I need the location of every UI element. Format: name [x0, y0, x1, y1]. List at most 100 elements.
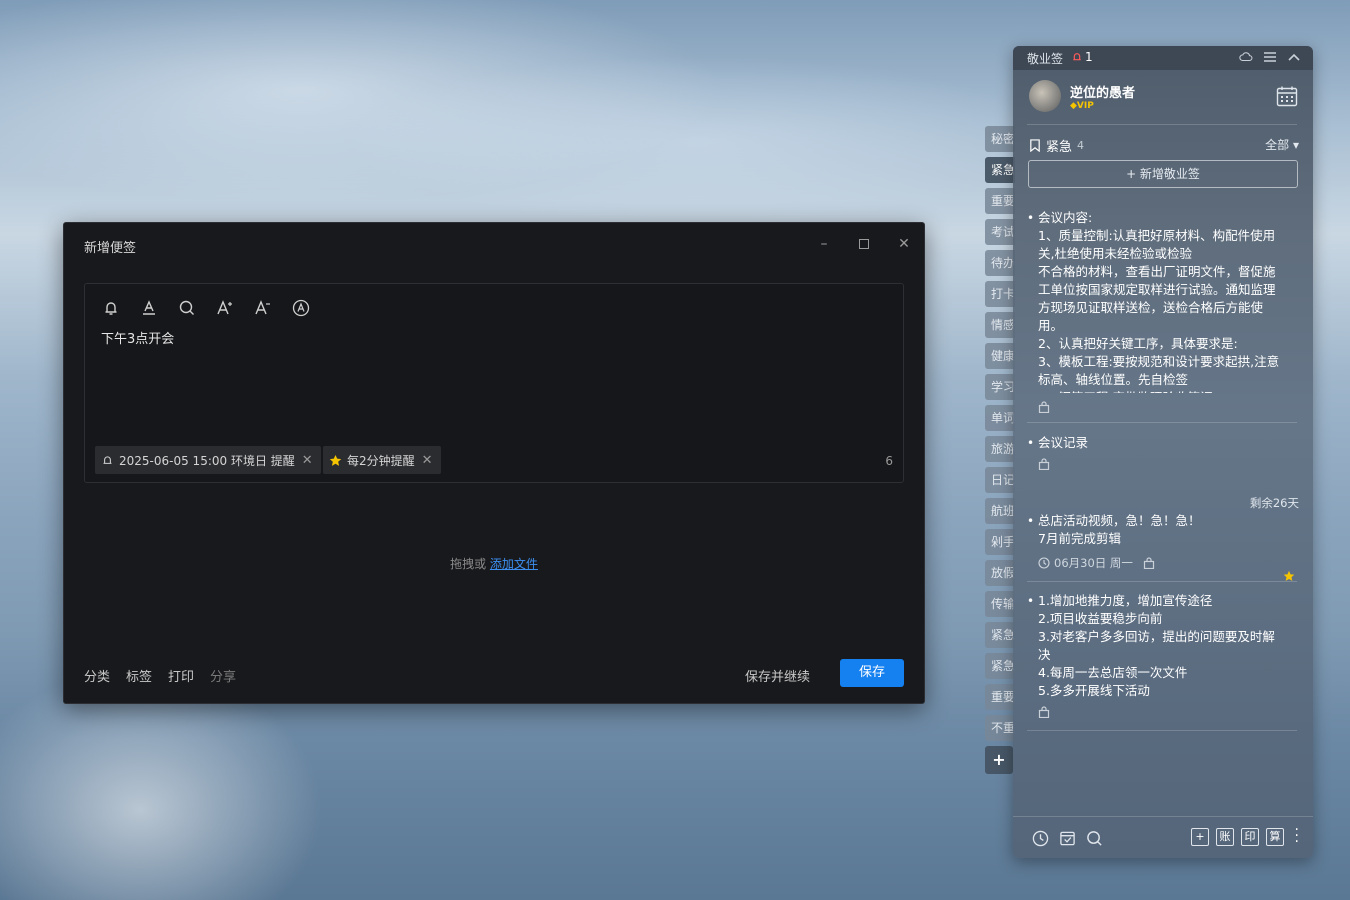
add-category-button[interactable]: +	[985, 746, 1013, 774]
collapse-icon[interactable]	[1287, 50, 1301, 64]
diamond-icon: ◆	[1070, 101, 1077, 111]
note-item[interactable]: • 1.增加地推力度，增加宣传途径 2.项目收益要稳步向前 3.对老客户多多回访，提…	[1027, 592, 1297, 723]
note-line: 4、钢筋工程:审批监理验收签证	[1038, 389, 1297, 393]
app-name: 敬业签	[1027, 52, 1064, 66]
note-line: 标高、轴线位置。先自检签	[1038, 372, 1189, 387]
font-decrease-button[interactable]	[251, 296, 275, 320]
category-tab[interactable]: 紧急	[985, 157, 1015, 183]
note-line: 7月前完成剪辑	[1038, 531, 1121, 546]
reminder-tag[interactable]: 2025-06-05 15:00 环境日 提醒 ✕	[95, 446, 321, 474]
remove-reminder-icon[interactable]: ✕	[302, 453, 313, 468]
note-line: 决	[1038, 647, 1051, 662]
category-tab[interactable]: 日记	[985, 467, 1015, 493]
font-decrease-icon	[255, 300, 270, 315]
category-tab[interactable]: 不重	[985, 715, 1015, 741]
search-button[interactable]	[175, 296, 199, 320]
note-line: 3.对老客户多多回访，提出的问题要及时解	[1038, 629, 1275, 644]
save-and-continue-button[interactable]: 保存并继续	[745, 666, 810, 685]
print-button[interactable]: 打印	[168, 666, 194, 685]
note-line: 会议内容:	[1038, 210, 1093, 225]
auto-format-button[interactable]	[289, 296, 313, 320]
history-button[interactable]	[1031, 829, 1049, 847]
checkbox-icon	[1059, 831, 1075, 845]
notification-button[interactable]: 1	[1071, 50, 1093, 64]
category-tab[interactable]: 重要	[985, 684, 1015, 710]
account-button[interactable]: 账	[1216, 828, 1234, 846]
note-text: 会议记录	[1038, 434, 1297, 452]
cloud-sync-icon[interactable]	[1239, 50, 1253, 64]
reminder-button[interactable]	[99, 296, 123, 320]
panel-top-icons	[1239, 50, 1301, 64]
category-tab[interactable]: 传输	[985, 591, 1015, 617]
search-icon	[179, 300, 194, 315]
category-tab[interactable]: 放假	[985, 560, 1015, 586]
category-tab[interactable]: 学习	[985, 374, 1015, 400]
divider	[1027, 730, 1297, 731]
panel-title-bar: 敬业签 1	[1013, 46, 1313, 70]
bell-icon	[103, 455, 112, 464]
note-editor[interactable]: 下午3点开会 2025-06-05 15:00 环境日 提醒 ✕ 每2分钟提醒 …	[84, 283, 904, 483]
font-increase-icon	[217, 300, 232, 315]
add-note-button[interactable]: + 新增敬业签	[1028, 160, 1298, 188]
vip-badge: ◆VIP	[1070, 101, 1094, 111]
more-icon[interactable]: · · ·	[1295, 823, 1299, 849]
tag-button[interactable]: 标签	[126, 666, 152, 685]
category-tab[interactable]: 航班	[985, 498, 1015, 524]
note-content[interactable]: 下午3点开会	[101, 328, 174, 347]
minimize-button[interactable]: –	[812, 233, 836, 255]
add-file-link[interactable]: 添加文件	[490, 557, 538, 571]
divider	[1027, 124, 1297, 125]
menu-icon[interactable]	[1263, 50, 1277, 64]
note-item[interactable]: • 总店活动视频，急！急！急！ 7月前完成剪辑 06月30日 周一	[1027, 512, 1297, 581]
add-button[interactable]: +	[1191, 828, 1209, 846]
category-tab[interactable]: 重要	[985, 188, 1015, 214]
avatar[interactable]	[1029, 80, 1061, 112]
font-increase-button[interactable]	[213, 296, 237, 320]
current-category: 紧急 4	[1029, 136, 1084, 155]
category-tab[interactable]: 考试	[985, 219, 1015, 245]
dialog-title: 新增便签	[84, 241, 137, 256]
category-tab[interactable]: 单词	[985, 405, 1015, 431]
category-tab[interactable]: 情感	[985, 312, 1015, 338]
category-count: 4	[1077, 139, 1085, 152]
category-tab[interactable]: 打卡	[985, 281, 1015, 307]
save-button[interactable]: 保存	[840, 659, 904, 687]
category-tab[interactable]: 健康	[985, 343, 1015, 369]
close-button[interactable]: ✕	[892, 233, 916, 255]
category-name: 紧急	[1046, 140, 1073, 155]
category-tab[interactable]: 秘密	[985, 126, 1015, 152]
note-line: 1.增加地推力度，增加宣传途径	[1038, 593, 1213, 608]
calculator-button[interactable]: 算	[1266, 828, 1284, 846]
editor-toolbar	[99, 296, 313, 320]
print-button[interactable]: 印	[1241, 828, 1259, 846]
category-tab[interactable]: 紧急	[985, 622, 1015, 648]
sticky-notes-panel: 敬业签 1 逆位的愚者 ◆VIP 紧急 4 全部 ▾ + 新增敬业签 • 会议内…	[1013, 46, 1313, 858]
note-line: 2.项目收益要稳步向前	[1038, 611, 1163, 626]
share-button[interactable]: 分享	[210, 666, 236, 685]
search-button[interactable]	[1085, 829, 1103, 847]
maximize-button[interactable]	[852, 233, 876, 255]
note-line: 关,杜绝使用未经检验或检验	[1038, 246, 1192, 261]
remove-repeat-icon[interactable]: ✕	[422, 453, 433, 468]
category-tab[interactable]: 紧急	[985, 653, 1015, 679]
font-color-button[interactable]	[137, 296, 161, 320]
note-line: 用。	[1038, 318, 1064, 333]
star-icon	[329, 454, 342, 466]
username: 逆位的愚者	[1070, 86, 1136, 101]
repeat-reminder-tag[interactable]: 每2分钟提醒 ✕	[323, 446, 441, 474]
category-tab[interactable]: 旅游	[985, 436, 1015, 462]
category-tab[interactable]: 剁手	[985, 529, 1015, 555]
filter-label: 全部	[1265, 138, 1290, 152]
note-item[interactable]: • 会议内容: 1、质量控制:认真把好原材料、构配件使用 关,杜绝使用未经检验或检验…	[1027, 209, 1297, 395]
note-line: 方现场见证取样送检，送检合格后方能使	[1038, 300, 1264, 315]
filter-dropdown[interactable]: 全部 ▾	[1265, 136, 1299, 153]
done-list-button[interactable]	[1058, 829, 1076, 847]
calendar-icon[interactable]	[1275, 84, 1299, 108]
note-item[interactable]: • 会议记录	[1027, 434, 1297, 475]
bell-icon	[105, 302, 117, 315]
note-line: 5.多多开展线下活动	[1038, 683, 1150, 698]
note-text: 会议内容: 1、质量控制:认真把好原材料、构配件使用 关,杜绝使用未经检验或检验 不合…	[1038, 209, 1297, 393]
file-drop-zone[interactable]: 拖拽或 添加文件	[64, 555, 924, 572]
category-button[interactable]: 分类	[84, 666, 110, 685]
category-tab[interactable]: 待办	[985, 250, 1015, 276]
